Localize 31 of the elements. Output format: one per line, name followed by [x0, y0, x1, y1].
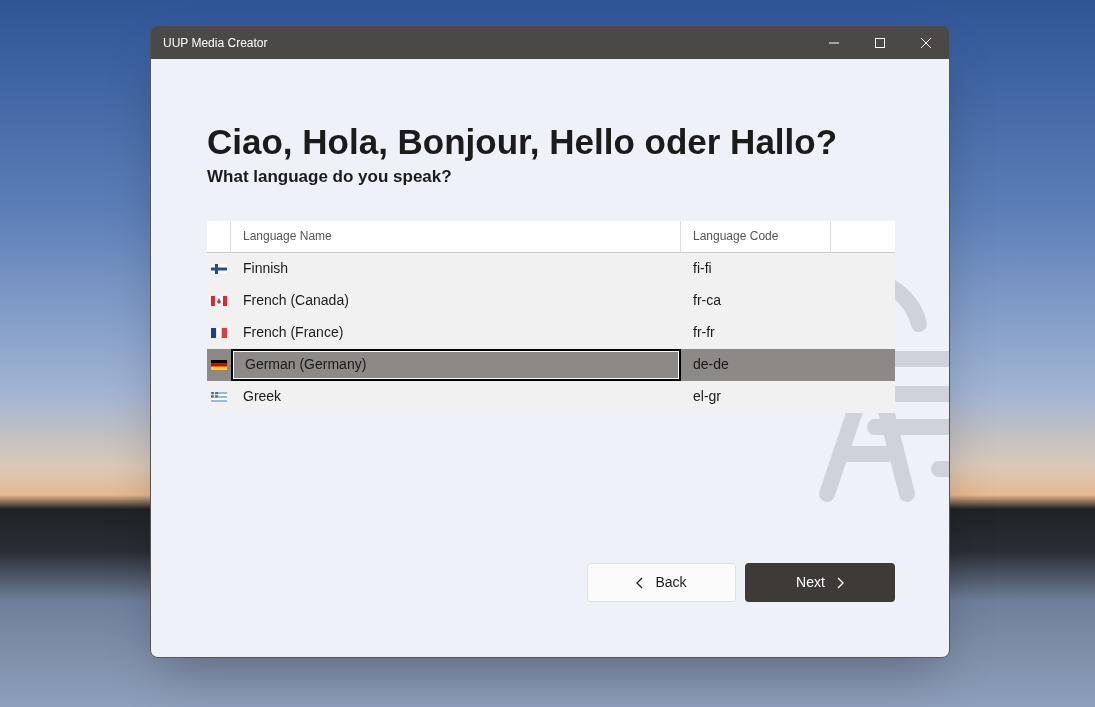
- table-cell-text: fr-fr: [692, 323, 716, 342]
- table-row[interactable]: German (Germany) de-de: [207, 348, 895, 381]
- table-cell: German (Germany): [231, 348, 681, 381]
- chevron-left-icon: [636, 576, 644, 589]
- next-button[interactable]: Next: [745, 563, 895, 602]
- column-header[interactable]: Language Code: [681, 220, 831, 252]
- column-header[interactable]: Language Name: [231, 220, 681, 252]
- table-cell-text: Finnish: [242, 259, 290, 278]
- table-cell-text: fi-fi: [692, 259, 713, 278]
- table-row[interactable]: Greek el-gr: [207, 380, 895, 413]
- window-title: UUP Media Creator: [163, 34, 268, 52]
- table-cell-text: French (France): [242, 323, 345, 342]
- flag-icon: [211, 391, 227, 402]
- flag-icon: [211, 263, 227, 274]
- subheading: What language do you speak?: [207, 166, 453, 188]
- table-cell-text: el-gr: [692, 387, 722, 406]
- flag-icon: [211, 295, 227, 306]
- table-row[interactable]: Finnish fi-fi: [207, 252, 895, 285]
- close-icon: [921, 37, 931, 48]
- table-cell-text: French (Canada): [242, 291, 350, 310]
- table-row[interactable]: French (Canada) fr-ca: [207, 284, 895, 317]
- flag-icon: [211, 327, 227, 338]
- heading: Ciao, Hola, Bonjour, Hello oder Hallo?: [207, 121, 839, 163]
- maximize-icon: [875, 37, 885, 48]
- flag-icon: [211, 359, 227, 370]
- back-button[interactable]: Back: [587, 563, 736, 602]
- table-cell-text: fr-ca: [692, 291, 722, 310]
- table-row[interactable]: French (France) fr-fr: [207, 316, 895, 349]
- table-cell-text: de-de: [692, 355, 730, 374]
- table-cell-text: Greek: [242, 387, 283, 406]
- chevron-right-icon: [836, 576, 844, 589]
